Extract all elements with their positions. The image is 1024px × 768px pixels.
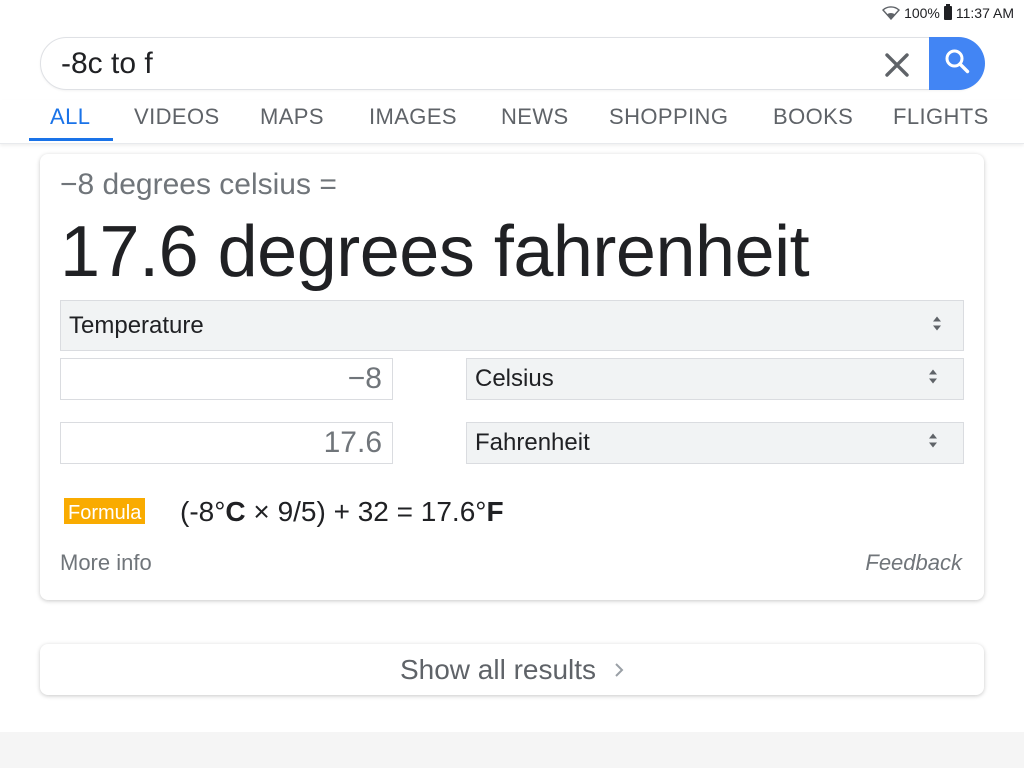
formula-text: (-8°C × 9/5) + 32 = 17.6°F xyxy=(180,496,504,528)
show-all-results-button[interactable]: Show all results xyxy=(40,644,984,695)
tab-books[interactable]: BOOKS xyxy=(773,104,853,130)
status-indicators: 100% 11:37 AM xyxy=(882,4,1014,21)
formula-part: (-8° xyxy=(180,496,226,527)
feedback-link[interactable]: Feedback xyxy=(865,550,962,576)
select-arrows-icon xyxy=(927,432,939,455)
show-all-results-label: Show all results xyxy=(399,653,597,685)
conversion-result: 17.6 degrees fahrenheit xyxy=(60,212,810,292)
battery-percent: 100% xyxy=(904,5,940,21)
search-button[interactable] xyxy=(929,37,985,90)
search-input[interactable]: -8c to f xyxy=(61,44,153,84)
to-unit-select[interactable]: Fahrenheit xyxy=(466,422,964,464)
wifi-icon xyxy=(882,6,901,20)
tab-all[interactable]: ALL xyxy=(50,104,90,130)
battery-icon xyxy=(943,4,952,20)
search-icon xyxy=(944,48,970,79)
to-unit-label: Fahrenheit xyxy=(475,429,590,456)
from-unit-label: Celsius xyxy=(475,365,554,392)
from-value-input[interactable]: −8 xyxy=(60,358,393,400)
unit-type-select[interactable]: Temperature xyxy=(60,300,964,351)
formula-part: × 9/5) + 32 = 17.6° xyxy=(245,496,487,527)
more-info-link[interactable]: More info xyxy=(60,550,152,576)
status-bar: 100% 11:37 AM xyxy=(0,0,1024,28)
formula-badge: Formula xyxy=(64,498,146,524)
conversion-expression: −8 degrees celsius = xyxy=(60,168,337,201)
formula-unit: F xyxy=(486,496,504,527)
chevron-right-icon xyxy=(614,662,624,678)
search-box[interactable]: -8c to f xyxy=(40,37,985,90)
footer-strip xyxy=(0,732,1024,768)
unit-converter-card: −8 degrees celsius = 17.6 degrees fahren… xyxy=(40,154,984,600)
clock: 11:37 AM xyxy=(955,5,1014,21)
tab-videos[interactable]: VIDEOS xyxy=(134,104,220,130)
tab-images[interactable]: IMAGES xyxy=(369,104,457,130)
unit-type-label: Temperature xyxy=(69,311,204,339)
clear-icon[interactable] xyxy=(879,47,915,83)
formula-unit: C xyxy=(225,496,246,527)
tab-maps[interactable]: MAPS xyxy=(260,104,324,130)
tab-news[interactable]: NEWS xyxy=(501,104,569,130)
tab-shopping[interactable]: SHOPPING xyxy=(609,104,728,130)
tab-flights[interactable]: FLIGHTS xyxy=(893,104,989,130)
select-arrows-icon xyxy=(927,368,939,391)
active-tab-indicator xyxy=(29,138,113,141)
from-unit-select[interactable]: Celsius xyxy=(466,358,964,400)
search-tabs: ALL VIDEOS MAPS IMAGES NEWS SHOPPING BOO… xyxy=(0,100,1024,144)
select-arrows-icon xyxy=(931,314,943,337)
to-value-input[interactable]: 17.6 xyxy=(60,422,393,464)
